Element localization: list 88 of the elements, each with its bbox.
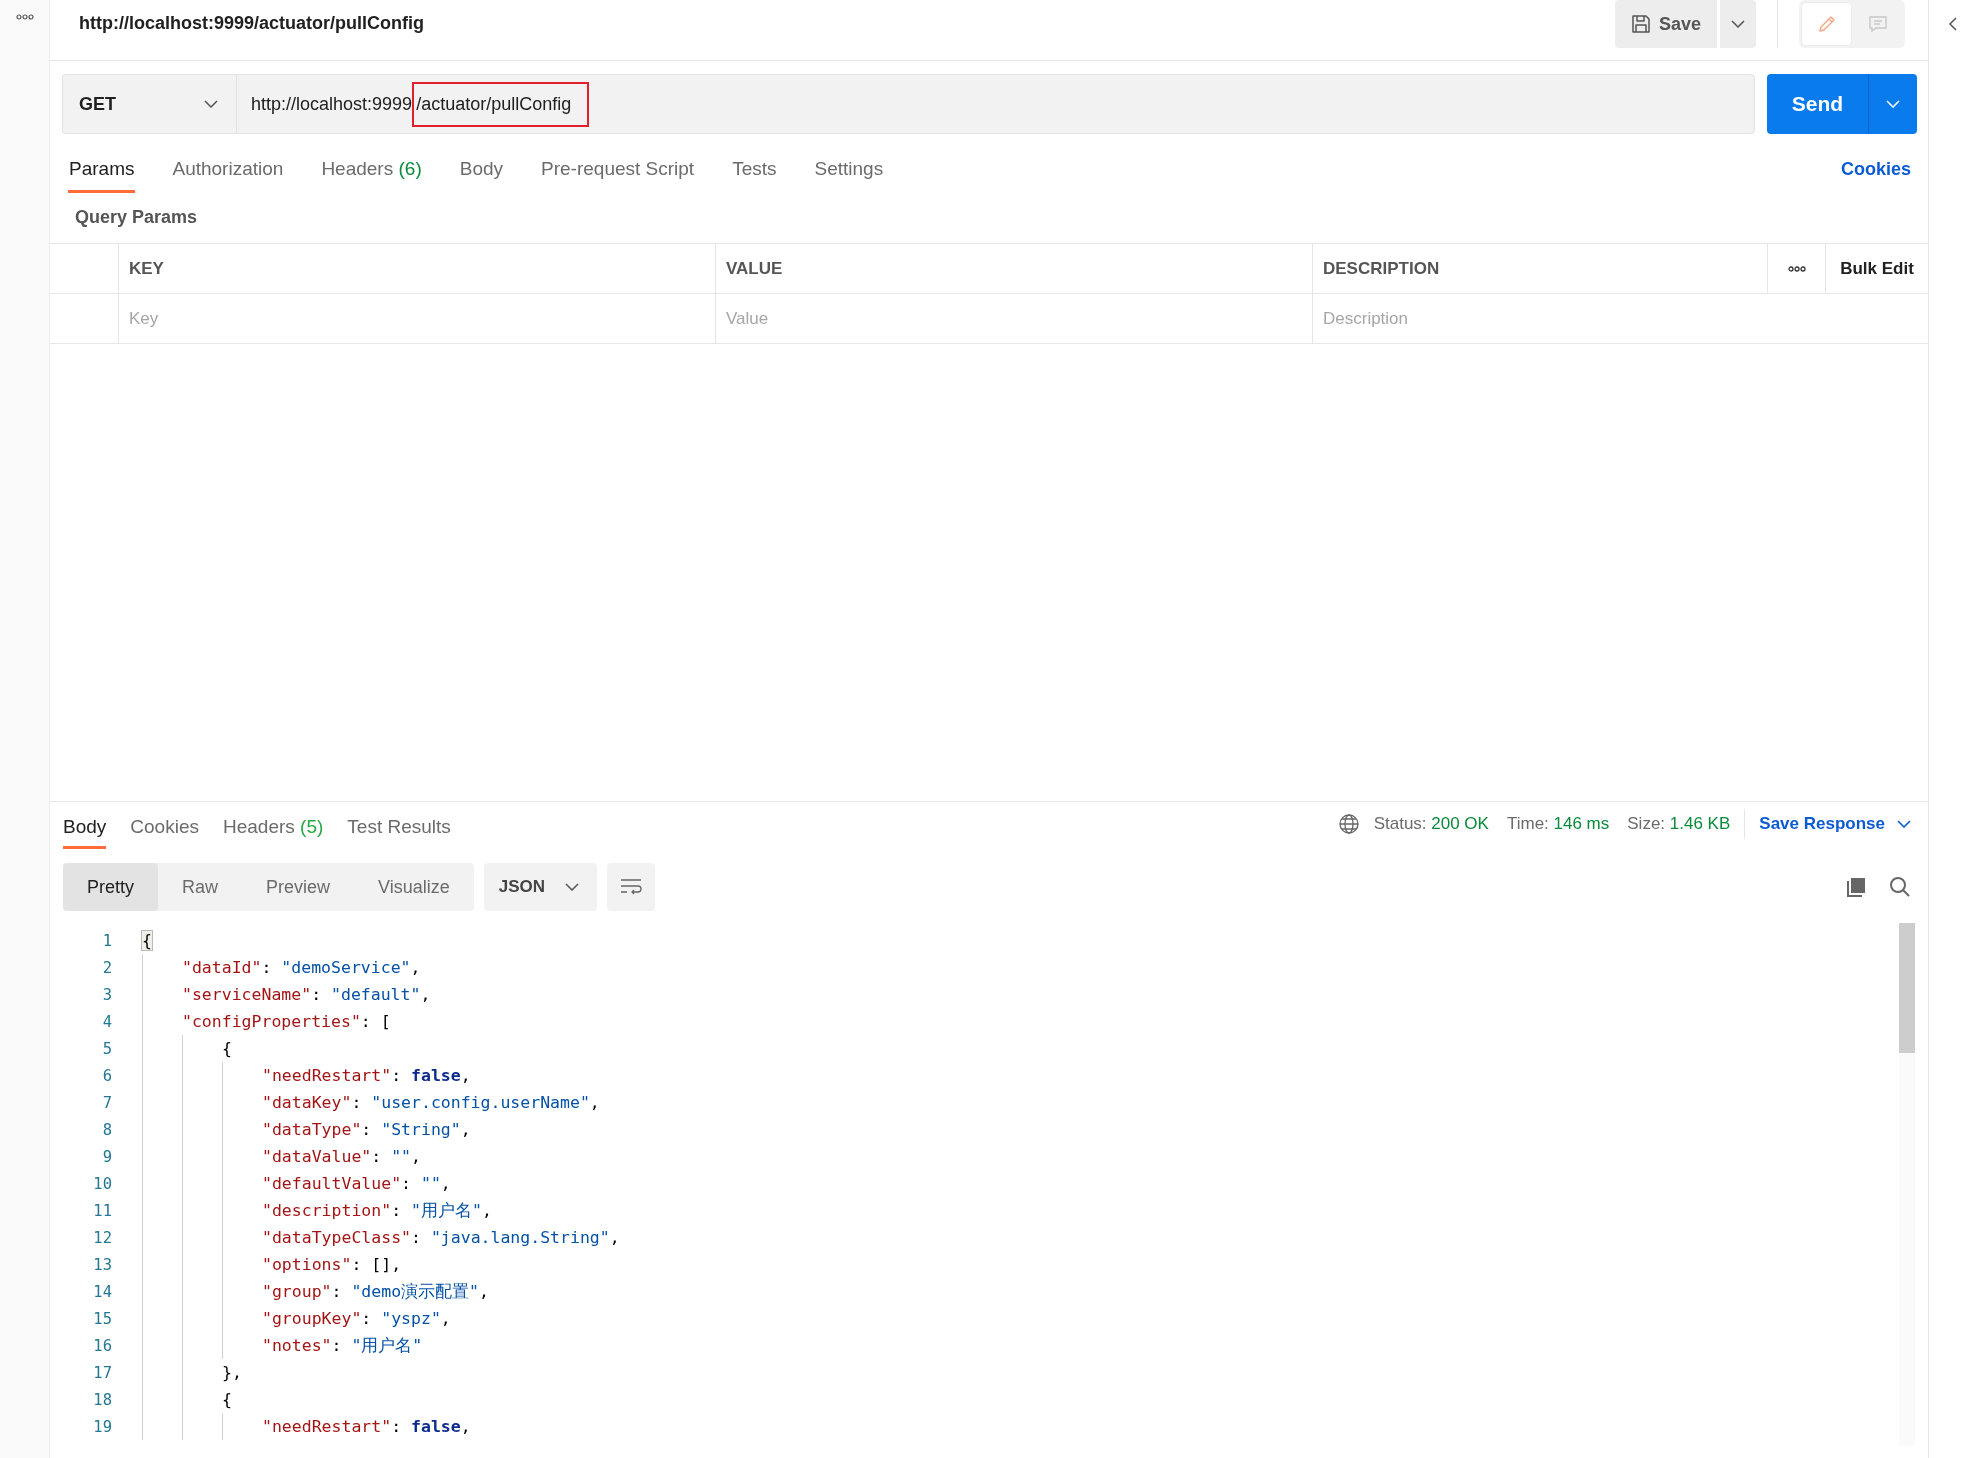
more-icon [1787, 265, 1806, 272]
code-line: "serviceName": "default", [182, 984, 431, 1006]
tab[interactable]: Cookies [130, 816, 199, 849]
more-icon[interactable] [15, 14, 34, 20]
tab[interactable]: Headers (6) [320, 150, 423, 193]
code-line: "group": "demo演示配置", [262, 1281, 489, 1303]
comment-icon [1867, 14, 1888, 34]
code-line: "needRestart": false, [262, 1416, 471, 1438]
chevron-left-icon[interactable] [1948, 17, 1958, 31]
response-stat: Size: 1.46 KB [1627, 814, 1731, 834]
line-number: 11 [92, 1201, 113, 1220]
code-line: "defaultValue": "", [262, 1173, 451, 1195]
view-mode-tab[interactable]: Visualize [354, 863, 474, 911]
pencil-icon [1816, 14, 1837, 34]
code-line: "dataTypeClass": "java.lang.String", [262, 1227, 620, 1249]
method-dropdown[interactable]: GET [62, 74, 236, 134]
line-number: 17 [92, 1363, 113, 1382]
copy-icon[interactable] [1845, 876, 1867, 898]
response-stat: Time: 146 ms [1506, 814, 1610, 834]
tab[interactable]: Body [458, 150, 505, 193]
input-field[interactable]: Description [1323, 304, 1928, 333]
line-number: 16 [92, 1336, 113, 1355]
column-header: DESCRIPTION [1313, 244, 1768, 293]
line-number: 1 [101, 931, 113, 950]
request-title: http://localhost:9999/actuator/pullConfig [79, 12, 424, 34]
url-field[interactable]: http://localhost:9999 /actuator/pullConfig [236, 74, 1755, 134]
column-header: VALUE [716, 244, 1313, 293]
tab[interactable]: Test Results [347, 816, 451, 849]
caret-icon [204, 100, 218, 108]
search-icon[interactable] [1889, 876, 1911, 898]
tab[interactable]: Authorization [171, 150, 285, 193]
save-response-link[interactable]: Save Response [1759, 814, 1911, 834]
code-line: "needRestart": false, [262, 1065, 471, 1087]
code-line: "dataKey": "user.config.userName", [262, 1092, 600, 1114]
code-line: }, [222, 1362, 242, 1384]
line-number: 14 [92, 1282, 113, 1301]
globe-icon[interactable] [1337, 813, 1360, 835]
bulk-edit-button[interactable]: Bulk Edit [1826, 244, 1928, 293]
line-number: 12 [92, 1228, 113, 1247]
line-number: 19 [92, 1417, 113, 1436]
format-dropdown[interactable]: JSON [483, 863, 598, 911]
input-field[interactable]: Key [129, 304, 715, 333]
save-button[interactable]: Save [1614, 0, 1717, 48]
cookies-link[interactable]: Cookies [1840, 159, 1911, 193]
tab[interactable]: Params [68, 150, 136, 193]
view-mode-tab[interactable]: Raw [158, 863, 243, 911]
line-number: 8 [101, 1120, 113, 1139]
code-line: "options": [], [262, 1254, 402, 1276]
wrap-icon [620, 878, 643, 896]
code-line: "description": "用户名", [262, 1200, 492, 1222]
caret-icon [1897, 820, 1911, 828]
line-number: 15 [92, 1309, 113, 1328]
code-line: "dataType": "String", [262, 1119, 471, 1141]
column-header: KEY [119, 244, 716, 293]
line-number: 4 [101, 1012, 113, 1031]
line-number: 9 [101, 1147, 113, 1166]
code-line: { [222, 1389, 232, 1411]
code-line: "groupKey": "yspz", [262, 1308, 451, 1330]
tab[interactable]: Pre-request Script [540, 150, 696, 193]
caret-icon [1731, 20, 1745, 28]
annotation-box: /actuator/pullConfig [412, 81, 590, 127]
scrollbar[interactable] [1899, 923, 1915, 1446]
save-icon [1630, 14, 1651, 34]
tab[interactable]: Headers (5) [222, 816, 324, 849]
line-number: 2 [101, 958, 113, 977]
line-number: 18 [92, 1390, 113, 1409]
code-line: { [222, 1038, 232, 1060]
code-line: "dataId": "demoService", [182, 957, 421, 979]
line-number: 6 [101, 1066, 113, 1085]
wrap-lines-button[interactable] [607, 863, 656, 911]
tab[interactable]: Settings [813, 150, 885, 193]
line-number: 13 [92, 1255, 113, 1274]
caret-icon [1886, 100, 1900, 108]
view-mode-tab[interactable]: Preview [242, 863, 355, 911]
line-number: 7 [101, 1093, 113, 1112]
code-line: "configProperties": [ [182, 1011, 391, 1033]
input-field[interactable]: Value [726, 304, 1312, 333]
tab[interactable]: Tests [731, 150, 778, 193]
tab[interactable]: Body [63, 816, 107, 849]
line-number: 5 [101, 1039, 113, 1058]
response-stat: Status: 200 OK [1373, 814, 1489, 834]
line-number: 3 [101, 985, 113, 1004]
view-mode-tab[interactable]: Pretty [63, 863, 158, 911]
code-line: "dataValue": "", [262, 1146, 421, 1168]
caret-icon [565, 883, 580, 891]
section-title: Query Params [74, 206, 199, 229]
line-number: 10 [92, 1174, 113, 1193]
code-line: "notes": "用户名" [262, 1335, 423, 1357]
